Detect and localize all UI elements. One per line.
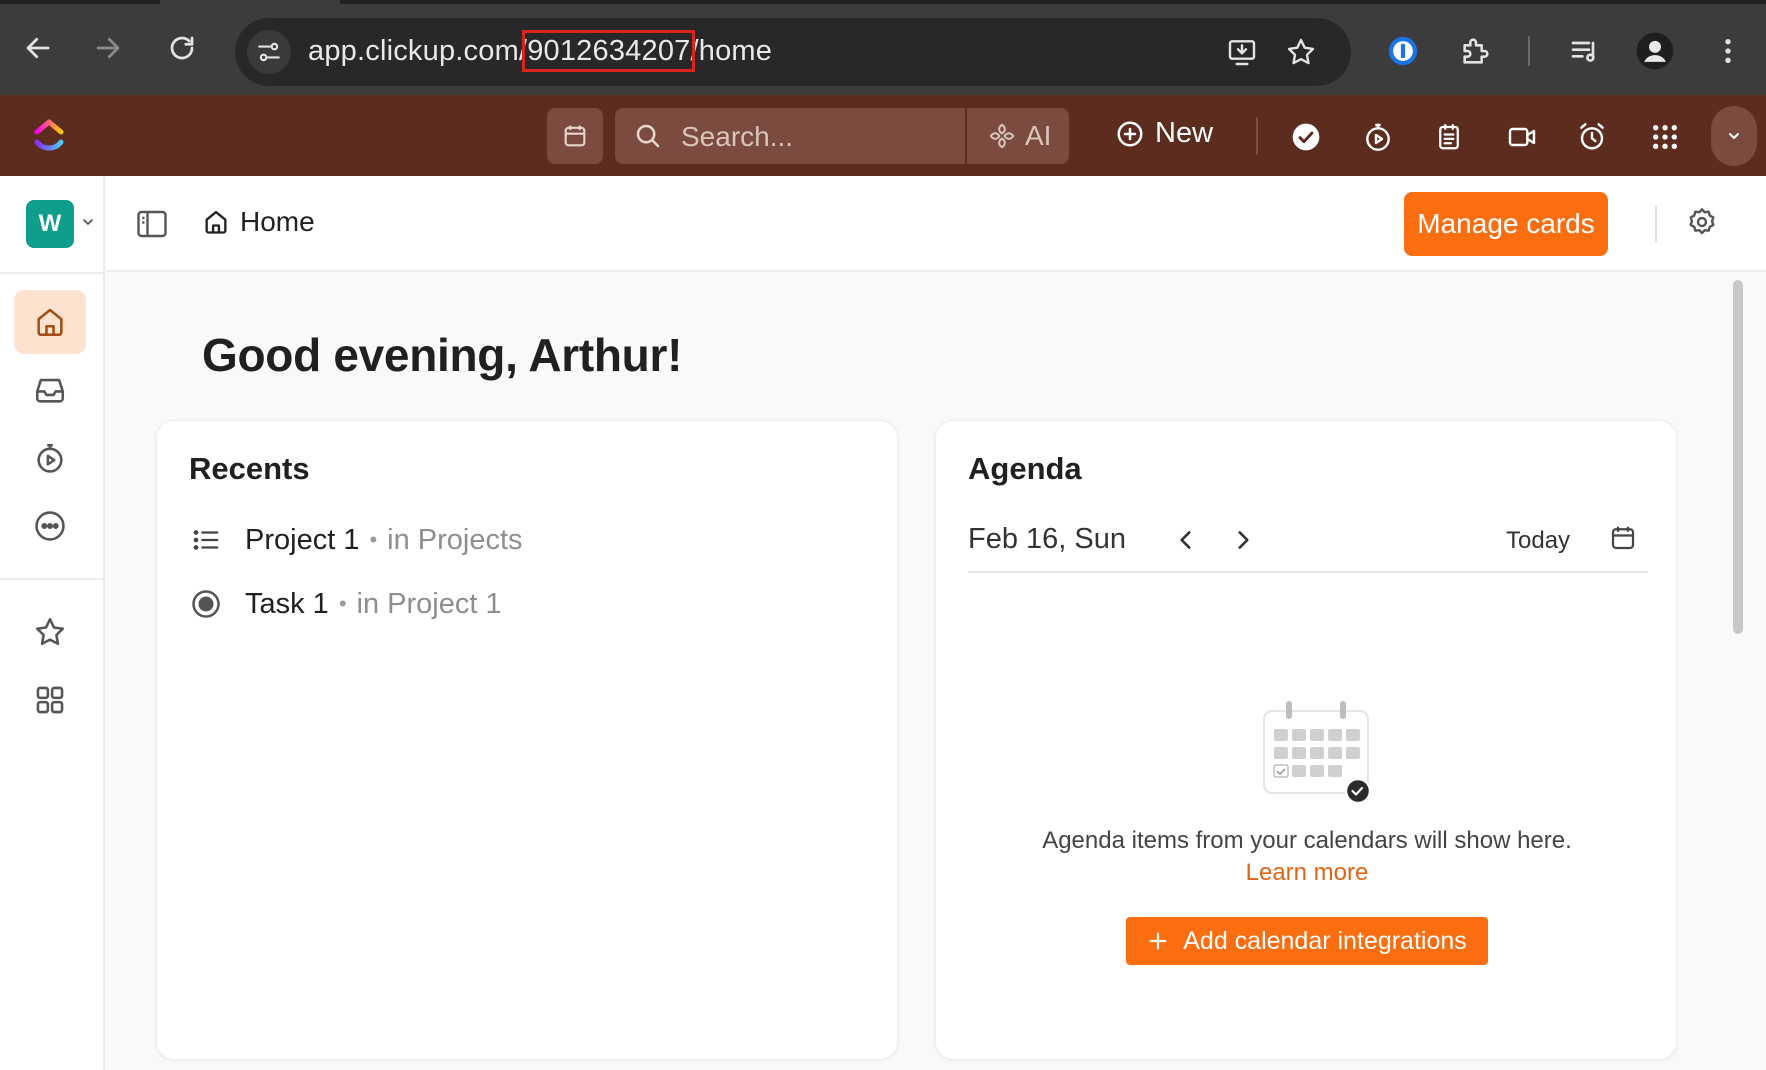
list-item[interactable]: Project 1 • in Projects [189, 523, 523, 557]
url-suffix: /home [690, 35, 773, 67]
search-ai-divider [965, 108, 967, 164]
clickup-logo-icon[interactable] [33, 115, 65, 155]
calendar-icon[interactable] [1608, 523, 1638, 553]
password-manager-icon[interactable] [1380, 28, 1426, 74]
inbox-icon [33, 373, 67, 407]
separator-dot: • [338, 591, 347, 616]
timer-play-icon [33, 441, 67, 475]
add-calendar-integrations-button[interactable]: Add calendar integrations [1126, 917, 1488, 965]
ai-icon [987, 121, 1017, 151]
timer-icon[interactable] [1356, 115, 1400, 159]
user-menu-button[interactable] [1711, 106, 1757, 166]
active-tab-edge [160, 0, 340, 4]
new-button[interactable]: New [1115, 117, 1213, 150]
sidebar-item-inbox[interactable] [14, 358, 86, 422]
sidebar-item-spaces[interactable] [14, 668, 86, 732]
recent-item-location: in Project 1 [356, 587, 502, 620]
notepad-icon[interactable] [1427, 115, 1471, 159]
topbar-divider [1256, 117, 1258, 155]
sidebar-item-home[interactable] [14, 290, 86, 354]
browser-toolbar: app.clickup.com/9012634207/home [0, 0, 1766, 95]
task-status-icon [189, 587, 223, 621]
recent-item-name: Task 1 [245, 587, 329, 620]
empty-calendar-illustration [1256, 699, 1376, 809]
header-divider [1655, 206, 1657, 242]
chevron-right-icon[interactable] [1230, 527, 1256, 553]
learn-more-link: Learn more [936, 859, 1678, 887]
toolbar-divider [1528, 36, 1530, 66]
search-icon [633, 121, 663, 151]
profile-icon[interactable] [1632, 28, 1678, 74]
list-icon [189, 523, 223, 557]
site-info-icon[interactable] [247, 30, 291, 74]
ai-label: AI [1025, 120, 1052, 151]
url-workspace-id-highlight: 9012634207 [522, 30, 696, 72]
home-icon [202, 208, 230, 236]
grid-icon [33, 683, 67, 717]
media-controls-icon[interactable] [1562, 28, 1608, 74]
main-scrollbar[interactable] [1733, 280, 1743, 634]
reload-icon[interactable] [160, 26, 204, 70]
apps-grid-icon[interactable] [1643, 115, 1687, 159]
agenda-card: Agenda Feb 16, Sun Today Agenda items fr… [935, 420, 1677, 1060]
app-top-bar: Search... AI New [0, 95, 1766, 176]
new-label: New [1155, 117, 1214, 149]
workspace-avatar[interactable]: W [26, 200, 74, 248]
chevron-left-icon[interactable] [1173, 527, 1199, 553]
recents-card: Recents Project 1 • in Projects Task 1 •… [156, 420, 898, 1060]
more-dots-icon [33, 509, 67, 543]
home-icon [33, 305, 67, 339]
video-icon[interactable] [1500, 115, 1544, 159]
url-text[interactable]: app.clickup.com/9012634207/home [308, 30, 773, 72]
sidebar-divider [0, 272, 105, 274]
ai-button[interactable]: AI [987, 120, 1051, 152]
gear-icon[interactable] [1686, 206, 1718, 238]
address-bar[interactable]: app.clickup.com/9012634207/home [235, 18, 1351, 86]
sidebar-item-more[interactable] [14, 494, 86, 558]
plus-icon [1147, 930, 1169, 952]
plus-circle-icon [1115, 119, 1145, 149]
manage-cards-button[interactable]: Manage cards [1404, 192, 1608, 256]
today-button[interactable]: Today [1506, 527, 1570, 555]
agenda-date-nav: Feb 16, Sun Today [968, 521, 1648, 573]
sidebar-item-favorites[interactable] [14, 600, 86, 664]
sidebar-divider [0, 578, 105, 580]
chevron-down-icon [1726, 128, 1742, 144]
search-placeholder: Search... [681, 121, 794, 152]
sidebar-toggle-icon[interactable] [134, 206, 170, 242]
add-calendar-label: Add calendar integrations [1183, 926, 1467, 955]
agenda-date: Feb 16, Sun [968, 523, 1126, 555]
page-header: Home Manage cards [106, 176, 1766, 272]
agenda-title: Agenda [968, 451, 1082, 486]
bookmark-star-icon[interactable] [1281, 32, 1321, 72]
learn-more-link-text[interactable]: Learn more [1246, 859, 1369, 886]
agenda-empty-text: Agenda items from your calendars will sh… [1042, 827, 1572, 854]
breadcrumb[interactable]: Home [202, 206, 315, 238]
recents-title: Recents [189, 451, 310, 486]
calendar-icon [561, 122, 589, 150]
star-icon [33, 615, 67, 649]
separator-dot: • [369, 527, 378, 552]
left-sidebar: W [0, 176, 105, 1070]
calendar-button[interactable] [547, 108, 603, 164]
workspace-chevron-icon[interactable] [80, 214, 96, 230]
search-bar[interactable]: Search... AI [615, 108, 1069, 164]
page-title: Good evening, Arthur! [202, 329, 683, 381]
chrome-menu-icon[interactable] [1705, 28, 1751, 74]
extensions-icon[interactable] [1453, 28, 1499, 74]
list-item[interactable]: Task 1 • in Project 1 [189, 587, 502, 621]
sidebar-item-timesheets[interactable] [14, 426, 86, 490]
recent-item-location: in Projects [387, 523, 523, 556]
install-app-icon[interactable] [1222, 32, 1262, 72]
breadcrumb-label: Home [240, 206, 315, 237]
alarm-clock-icon[interactable] [1570, 115, 1614, 159]
back-icon[interactable] [16, 26, 60, 70]
url-prefix: app.clickup.com/ [308, 35, 528, 67]
recent-item-name: Project 1 [245, 523, 360, 556]
check-circle-icon[interactable] [1284, 115, 1328, 159]
forward-icon[interactable] [86, 26, 130, 70]
